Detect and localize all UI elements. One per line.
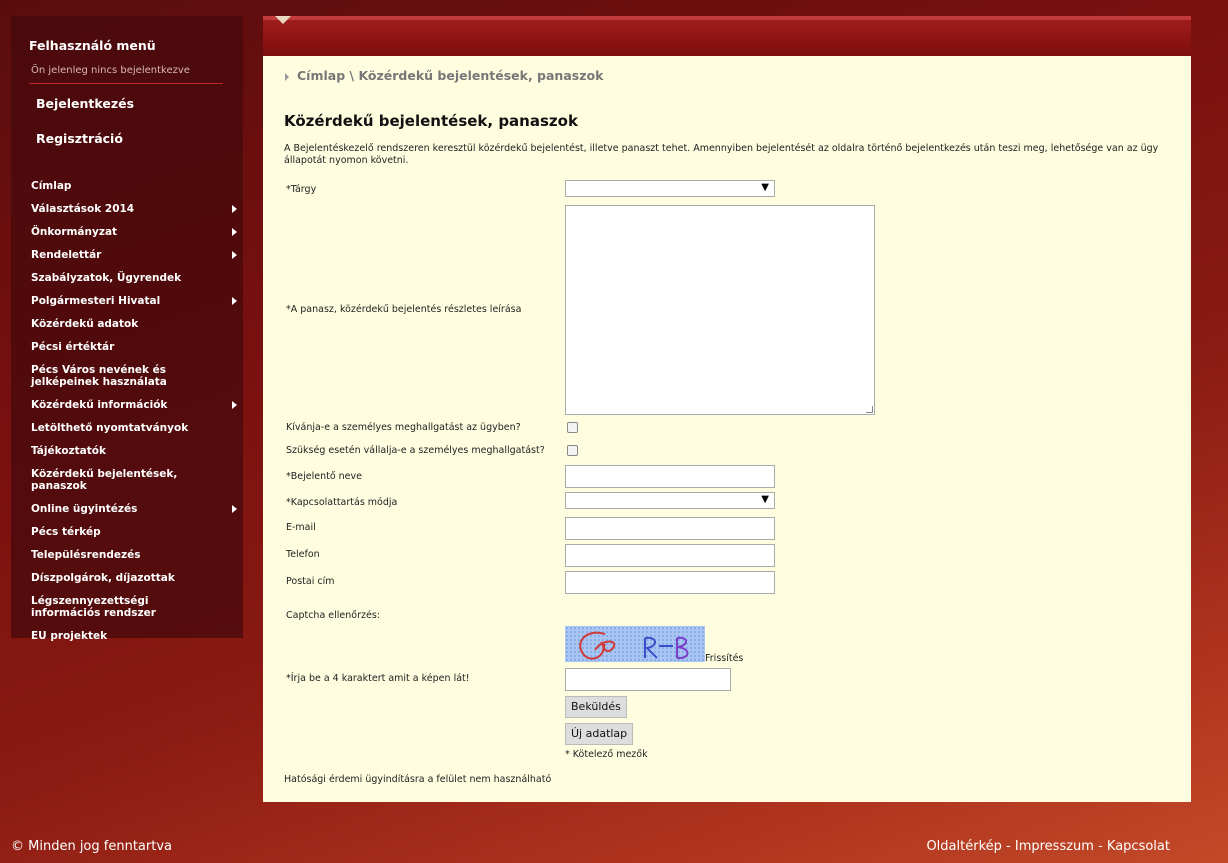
sidebar: Felhasználó menü Ön jelenleg nincs bejel…	[11, 16, 243, 642]
breadcrumb-current: Közérdekű bejelentések, panaszok	[358, 68, 604, 83]
sidebar-nav-label: Pécs térkép	[31, 526, 101, 538]
contact-mode-label: *Kapcsolattartás módja	[286, 497, 398, 508]
sidebar-nav-label: Pécsi értéktár	[31, 341, 115, 353]
register-link[interactable]: Regisztráció	[36, 131, 123, 146]
intro-text: A Bejelentéskezelő rendszeren keresztül …	[284, 143, 1159, 166]
page-title: Közérdekű bejelentések, panaszok	[284, 112, 578, 130]
disclaimer-note: Hatósági érdemi ügyindításra a felület n…	[284, 774, 552, 785]
sidebar-nav-label: Választások 2014	[31, 203, 135, 215]
phone-input[interactable]	[565, 544, 775, 567]
login-status: Ön jelenleg nincs bejelentkezve	[31, 65, 190, 76]
header-bar	[263, 16, 1191, 56]
sidebar-nav-item[interactable]: Tájékoztatók	[31, 445, 237, 457]
chevron-right-icon	[232, 505, 237, 513]
captcha-input[interactable]	[565, 668, 731, 691]
user-menu-title: Felhasználó menü	[29, 38, 156, 53]
chevron-down-icon: ▼	[761, 494, 769, 505]
sidebar-nav-item[interactable]: Pécs térkép	[31, 526, 237, 538]
sidebar-nav-item[interactable]: Letölthető nyomtatványok	[31, 422, 237, 434]
new-form-button[interactable]: Új adatlap	[565, 723, 634, 745]
content-panel: Címlap \ Közérdekű bejelentések, panaszo…	[263, 56, 1191, 802]
contact-mode-select[interactable]: ▼	[565, 492, 775, 509]
chevron-right-icon	[232, 228, 237, 236]
sidebar-nav-item[interactable]: Online ügyintézés	[31, 503, 237, 515]
hearing-if-needed-label: Szükség esetén vállalja-e a személyes me…	[286, 445, 545, 456]
required-fields-note: * Kötelező mezők	[565, 749, 648, 760]
footer-separator: -	[1093, 839, 1107, 854]
phone-label: Telefon	[286, 549, 320, 560]
postal-label: Postai cím	[286, 576, 335, 587]
submit-button[interactable]: Beküldés	[565, 696, 627, 718]
captcha-image	[565, 626, 705, 662]
description-label: *A panasz, közérdekű bejelentés részlete…	[286, 304, 522, 315]
captcha-heading: Captcha ellenőrzés:	[286, 610, 380, 621]
sidebar-nav-item[interactable]: Légszennyezettségi információs rendszer	[31, 595, 237, 619]
sidebar-nav-item[interactable]: Választások 2014	[31, 203, 237, 215]
impressum-link[interactable]: Impresszum	[1015, 839, 1094, 854]
footer-links: Oldaltérkép - Impresszum - Kapcsolat	[926, 839, 1170, 854]
chevron-right-icon	[232, 205, 237, 213]
chevron-right-icon	[232, 401, 237, 409]
sidebar-nav-label: Rendelettár	[31, 249, 102, 261]
footer-separator: -	[1001, 839, 1015, 854]
chevron-down-icon: ▼	[761, 182, 769, 193]
sidebar-nav-item[interactable]: Polgármesteri Hivatal	[31, 295, 237, 307]
sidebar-nav-label: EU projektek	[31, 630, 108, 642]
sidebar-nav-label: Közérdekű információk	[31, 399, 168, 411]
sidebar-nav-label: Online ügyintézés	[31, 503, 138, 515]
sidebar-nav-label: Szabályzatok, Ügyrendek	[31, 272, 182, 284]
contact-link[interactable]: Kapcsolat	[1107, 839, 1170, 854]
sidebar-nav-item[interactable]: Pécsi értéktár	[31, 341, 237, 353]
login-link[interactable]: Bejelentkezés	[36, 96, 134, 111]
sidebar-nav-label: Letölthető nyomtatványok	[31, 422, 189, 434]
description-textarea[interactable]	[565, 205, 875, 415]
sidebar-nav-label: Légszennyezettségi információs rendszer	[31, 595, 156, 619]
hearing-label: Kívánja-e a személyes meghallgatást az ü…	[286, 422, 521, 433]
sidebar-nav-item[interactable]: Rendelettár	[31, 249, 237, 261]
postal-input[interactable]	[565, 571, 775, 594]
subject-select[interactable]: ▼	[565, 180, 775, 197]
sidebar-nav-item[interactable]: Címlap	[31, 180, 237, 192]
hearing-if-needed-checkbox[interactable]	[567, 445, 578, 456]
captcha-glyphs-icon	[579, 631, 689, 660]
sidebar-nav-label: Önkormányzat	[31, 226, 118, 238]
hearing-checkbox[interactable]	[567, 422, 578, 433]
sidebar-nav-item[interactable]: Szabályzatok, Ügyrendek	[31, 272, 237, 284]
sidebar-nav-item[interactable]: EU projektek	[31, 630, 237, 642]
sidebar-nav-label: Címlap	[31, 180, 72, 192]
name-input[interactable]	[565, 465, 775, 488]
sidebar-nav-label: Közérdekű adatok	[31, 318, 139, 330]
divider	[29, 83, 223, 84]
resize-handle-icon[interactable]	[866, 406, 873, 413]
chevron-right-icon	[232, 297, 237, 305]
main-nav: Címlap Választások 2014 Önkormányzat Rendel…	[31, 180, 237, 653]
breadcrumb: Címlap \ Közérdekű bejelentések, panaszo…	[285, 68, 603, 83]
captcha-input-label: *Írja be a 4 karaktert amit a képen lát!	[286, 673, 470, 684]
header-notch	[275, 16, 291, 24]
sidebar-nav-label: Pécs Város nevének és jelképeinek haszná…	[31, 364, 167, 388]
breadcrumb-arrow-icon	[285, 72, 289, 81]
breadcrumb-separator: \	[349, 68, 355, 83]
sidebar-nav-label: Településrendezés	[31, 549, 141, 561]
sidebar-nav-label: Polgármesteri Hivatal	[31, 295, 161, 307]
sitemap-link[interactable]: Oldaltérkép	[926, 839, 1001, 854]
captcha-refresh-link[interactable]: Frissítés	[705, 653, 743, 664]
sidebar-nav-item[interactable]: Pécs Város nevének és jelképeinek haszná…	[31, 364, 237, 388]
sidebar-nav-item[interactable]: Díszpolgárok, díjazottak	[31, 572, 237, 584]
email-label: E-mail	[286, 522, 316, 533]
breadcrumb-home[interactable]: Címlap	[297, 68, 345, 83]
email-input[interactable]	[565, 517, 775, 540]
sidebar-nav-item[interactable]: Közérdekű adatok	[31, 318, 237, 330]
chevron-right-icon	[232, 251, 237, 259]
sidebar-nav-label: Tájékoztatók	[31, 445, 106, 457]
sidebar-nav-item[interactable]: Közérdekű bejelentések, panaszok	[31, 468, 237, 492]
subject-label: *Tárgy	[286, 184, 317, 195]
sidebar-nav-item[interactable]: Településrendezés	[31, 549, 237, 561]
sidebar-nav-label: Közérdekű bejelentések, panaszok	[31, 468, 178, 492]
sidebar-nav-item[interactable]: Közérdekű információk	[31, 399, 237, 411]
copyright: © Minden jog fenntartva	[11, 839, 172, 854]
name-label: *Bejelentő neve	[286, 471, 362, 482]
sidebar-nav-item[interactable]: Önkormányzat	[31, 226, 237, 238]
sidebar-nav-label: Díszpolgárok, díjazottak	[31, 572, 175, 584]
